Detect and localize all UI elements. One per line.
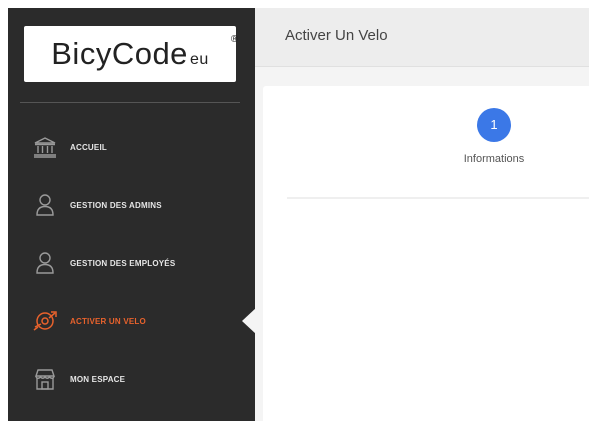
bike-tag-icon	[32, 308, 58, 334]
store-icon	[32, 366, 58, 392]
sidebar-item-label: GESTION DES EMPLOYÉS	[70, 258, 176, 268]
sidebar-item-gestion-employes[interactable]: GESTION DES EMPLOYÉS	[8, 234, 255, 292]
logo-brand: BicyCode	[51, 36, 188, 71]
sidebar-item-label: MON ESPACE	[70, 374, 126, 384]
step-label: Informations	[463, 153, 525, 165]
page-header: Activer Un Velo	[255, 8, 589, 67]
registered-mark: ®	[230, 34, 239, 45]
user-icon	[32, 192, 58, 218]
sidebar: BicyCode eu ® ACCUEIL GESTION DES ADMINS…	[8, 8, 256, 421]
sidebar-item-accueil[interactable]: ACCUEIL	[8, 118, 255, 176]
main-panel: Activer Un Velo 1 Informations	[255, 8, 589, 421]
user-icon	[32, 250, 58, 276]
stepper-step-informations[interactable]: 1 Informations	[451, 108, 537, 165]
content-card: 1 Informations	[263, 86, 589, 421]
sidebar-item-label: ACCUEIL	[70, 142, 107, 152]
sidebar-item-label: GESTION DES ADMINS	[70, 200, 162, 210]
stepper-divider	[287, 197, 589, 199]
sidebar-item-mon-espace[interactable]: MON ESPACE	[8, 350, 255, 408]
sidebar-item-activer-velo[interactable]: ACTIVER UN VELO	[8, 292, 256, 350]
bank-icon	[32, 134, 58, 160]
brand-logo[interactable]: BicyCode eu ®	[24, 26, 238, 82]
logo-brand-text: BicyCode eu ®	[51, 34, 238, 72]
sidebar-item-label: ACTIVER UN VELO	[70, 316, 146, 326]
sidebar-nav: ACCUEIL GESTION DES ADMINS GESTION DES E…	[8, 118, 256, 408]
step-number-badge: 1	[477, 108, 511, 142]
sidebar-item-gestion-admins[interactable]: GESTION DES ADMINS	[8, 176, 255, 234]
page-title: Activer Un Velo	[285, 27, 388, 44]
active-indicator	[242, 308, 256, 334]
sidebar-divider	[20, 102, 240, 103]
logo-suffix: eu	[189, 51, 209, 68]
